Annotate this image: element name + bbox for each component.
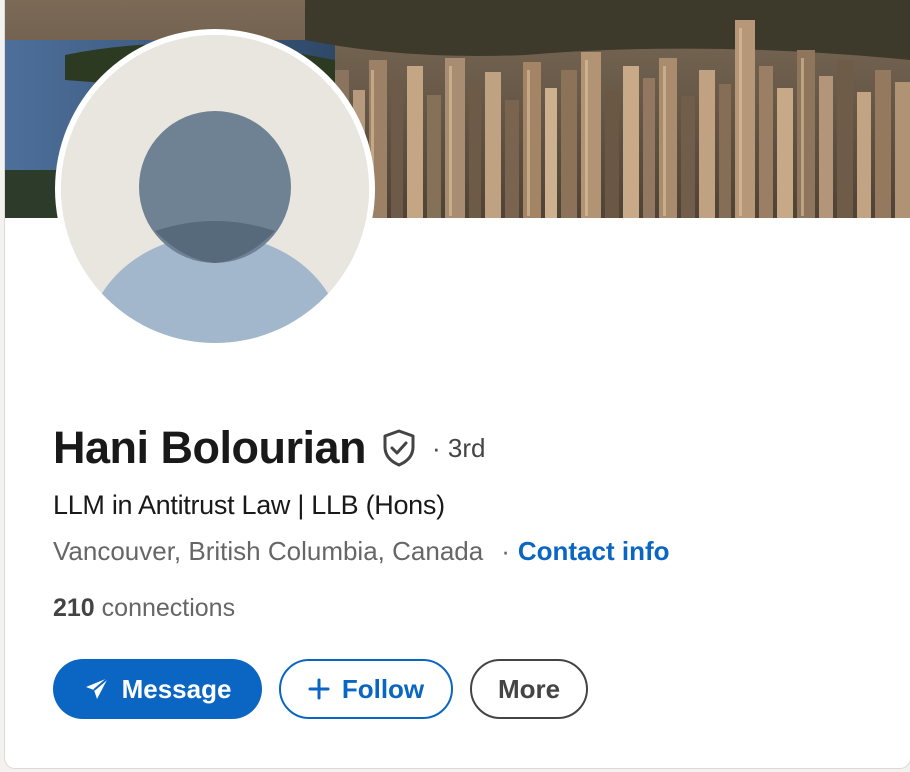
profile-name: Hani Bolourian <box>53 422 367 473</box>
separator-dot: · <box>501 536 510 566</box>
more-button[interactable]: More <box>470 659 588 719</box>
follow-button[interactable]: Follow <box>279 659 453 719</box>
send-icon <box>84 676 110 702</box>
connections-count[interactable]: 210 connections <box>53 594 235 623</box>
follow-label: Follow <box>341 673 425 704</box>
message-button[interactable]: Message <box>53 659 262 719</box>
profile-photo-frame[interactable] <box>55 29 375 349</box>
contact-info-link[interactable]: Contact info <box>518 536 670 567</box>
profile-card: Hani Bolourian · 3rd LLM in Antitrust La… <box>5 0 910 768</box>
plus-icon <box>308 678 330 700</box>
profile-location: Vancouver, British Columbia, Canada <box>53 536 484 566</box>
connection-degree: · 3rd <box>432 432 486 463</box>
shield-check-icon[interactable] <box>382 426 420 470</box>
action-buttons: Message Follow More <box>53 659 588 719</box>
name-row: Hani Bolourian · 3rd <box>53 422 485 474</box>
connections-number: 210 <box>53 594 95 622</box>
more-label: More <box>497 673 561 704</box>
message-label: Message <box>121 673 232 704</box>
profile-headline: LLM in Antitrust Law | LLB (Hons) <box>53 490 445 520</box>
avatar-placeholder <box>61 35 369 343</box>
location-row: Vancouver, British Columbia, Canada · Co… <box>53 536 670 567</box>
connections-label: connections <box>94 594 236 622</box>
